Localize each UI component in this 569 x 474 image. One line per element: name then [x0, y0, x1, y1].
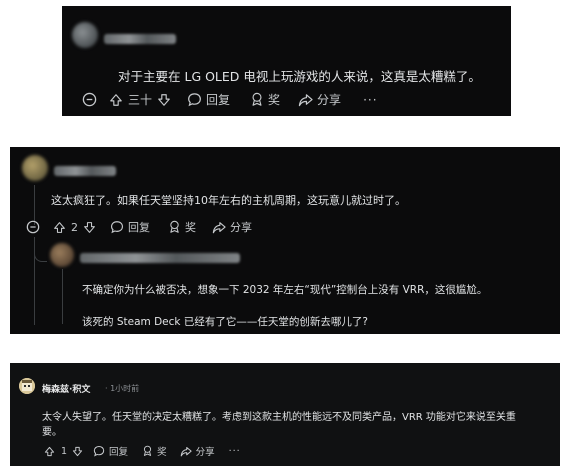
- comment-text: 这太疯狂了。如果任天堂坚持10年左右的主机周期，这玩意儿就过时了。: [51, 194, 406, 207]
- comment-text: 对于主要在 LG OLED 电视上玩游戏的人来说，这真是太糟糕了。: [118, 69, 481, 84]
- comment-bubble-icon: [111, 221, 123, 234]
- comment-card-2: 这太疯狂了。如果任天堂坚持10年左右的主机周期，这玩意儿就过时了。 2 回复 奖…: [10, 147, 560, 334]
- username-redacted: [54, 166, 116, 176]
- collapse-icon: [26, 220, 40, 234]
- reply-inner-line: [62, 269, 63, 324]
- share-icon: [180, 446, 192, 456]
- reply-branch: [34, 251, 47, 262]
- avatar: [72, 22, 98, 48]
- share-icon: [212, 221, 226, 233]
- timestamp: · 1小时前: [105, 384, 140, 393]
- avatar-icon: [19, 378, 35, 394]
- award-label: 奖: [268, 93, 281, 107]
- reply-username-redacted: [80, 253, 240, 263]
- share-label: 分享: [195, 447, 215, 458]
- more-options-button[interactable]: ···: [363, 93, 377, 107]
- vote-count: 1: [61, 445, 68, 457]
- collapse-button[interactable]: [82, 92, 97, 107]
- reply-text-line-2: 该死的 Steam Deck 已经有了它——任天堂的创新去哪儿了?: [82, 316, 368, 328]
- comment-text-line-2: 要。: [42, 427, 62, 438]
- reply-text-line-1: 不确定你为什么被否决，想象一下 2032 年左右“现代”控制台上没有 VRR，这…: [82, 284, 488, 296]
- downvote-button[interactable]: [157, 93, 171, 107]
- upvote-icon: [110, 93, 122, 106]
- upvote-icon: [44, 446, 55, 456]
- comment-actions: 三十 回复 奖 分享 ···: [82, 91, 378, 108]
- downvote-button[interactable]: [72, 446, 83, 457]
- award-button[interactable]: 奖: [250, 91, 280, 108]
- reply-label: 回复: [206, 93, 231, 107]
- comment-bubble-icon: [188, 93, 201, 107]
- upvote-button[interactable]: [53, 221, 66, 234]
- award-button[interactable]: 奖: [168, 219, 196, 235]
- award-label: 奖: [157, 447, 167, 458]
- reply-button[interactable]: 回复: [93, 444, 128, 458]
- share-label: 分享: [317, 93, 342, 107]
- share-button[interactable]: 分享: [180, 444, 215, 458]
- comment-card-1: 对于主要在 LG OLED 电视上玩游戏的人来说，这真是太糟糕了。 三十 回复 …: [62, 6, 511, 116]
- share-button[interactable]: 分享: [212, 219, 252, 235]
- username[interactable]: 梅森兹·积文: [42, 382, 90, 395]
- award-icon: [143, 445, 152, 456]
- comment-actions: 1 回复 奖 分享 ···: [44, 444, 241, 458]
- collapse-icon: [82, 92, 97, 107]
- upvote-icon: [54, 221, 65, 233]
- share-label: 分享: [230, 221, 252, 234]
- share-button[interactable]: 分享: [298, 91, 341, 108]
- comment-card-3: 梅森兹·积文 · 1小时前 太令人失望了。任天堂的决定太糟糕了。考虑到这款主机的…: [10, 363, 560, 466]
- upvote-button[interactable]: [44, 446, 55, 457]
- downvote-button[interactable]: [83, 221, 96, 234]
- reply-label: 回复: [128, 221, 150, 234]
- upvote-button[interactable]: [109, 93, 123, 107]
- downvote-icon: [84, 221, 95, 233]
- reply-avatar: [50, 243, 74, 267]
- reply-label: 回复: [109, 447, 129, 458]
- downvote-icon: [72, 446, 83, 456]
- reply-button[interactable]: 回复: [187, 91, 230, 108]
- award-icon: [170, 220, 179, 233]
- award-label: 奖: [185, 221, 196, 234]
- award-icon: [252, 92, 262, 106]
- collapse-button[interactable]: [26, 220, 40, 234]
- vote-count: 2: [71, 220, 78, 234]
- avatar: [22, 155, 48, 181]
- comment-text-line-1: 太令人失望了。任天堂的决定太糟糕了。考虑到这款主机的性能远不及同类产品，VRR …: [42, 412, 516, 423]
- avatar: [19, 378, 35, 394]
- comment-actions: 2 回复 奖 分享: [26, 219, 252, 235]
- award-button[interactable]: 奖: [142, 444, 167, 458]
- comment-bubble-icon: [93, 445, 105, 457]
- downvote-icon: [158, 93, 170, 106]
- reply-button[interactable]: 回复: [110, 219, 150, 235]
- username-redacted: [104, 34, 176, 44]
- vote-count: 三十: [128, 93, 153, 107]
- more-options-button[interactable]: ···: [229, 446, 241, 457]
- share-icon: [298, 93, 313, 106]
